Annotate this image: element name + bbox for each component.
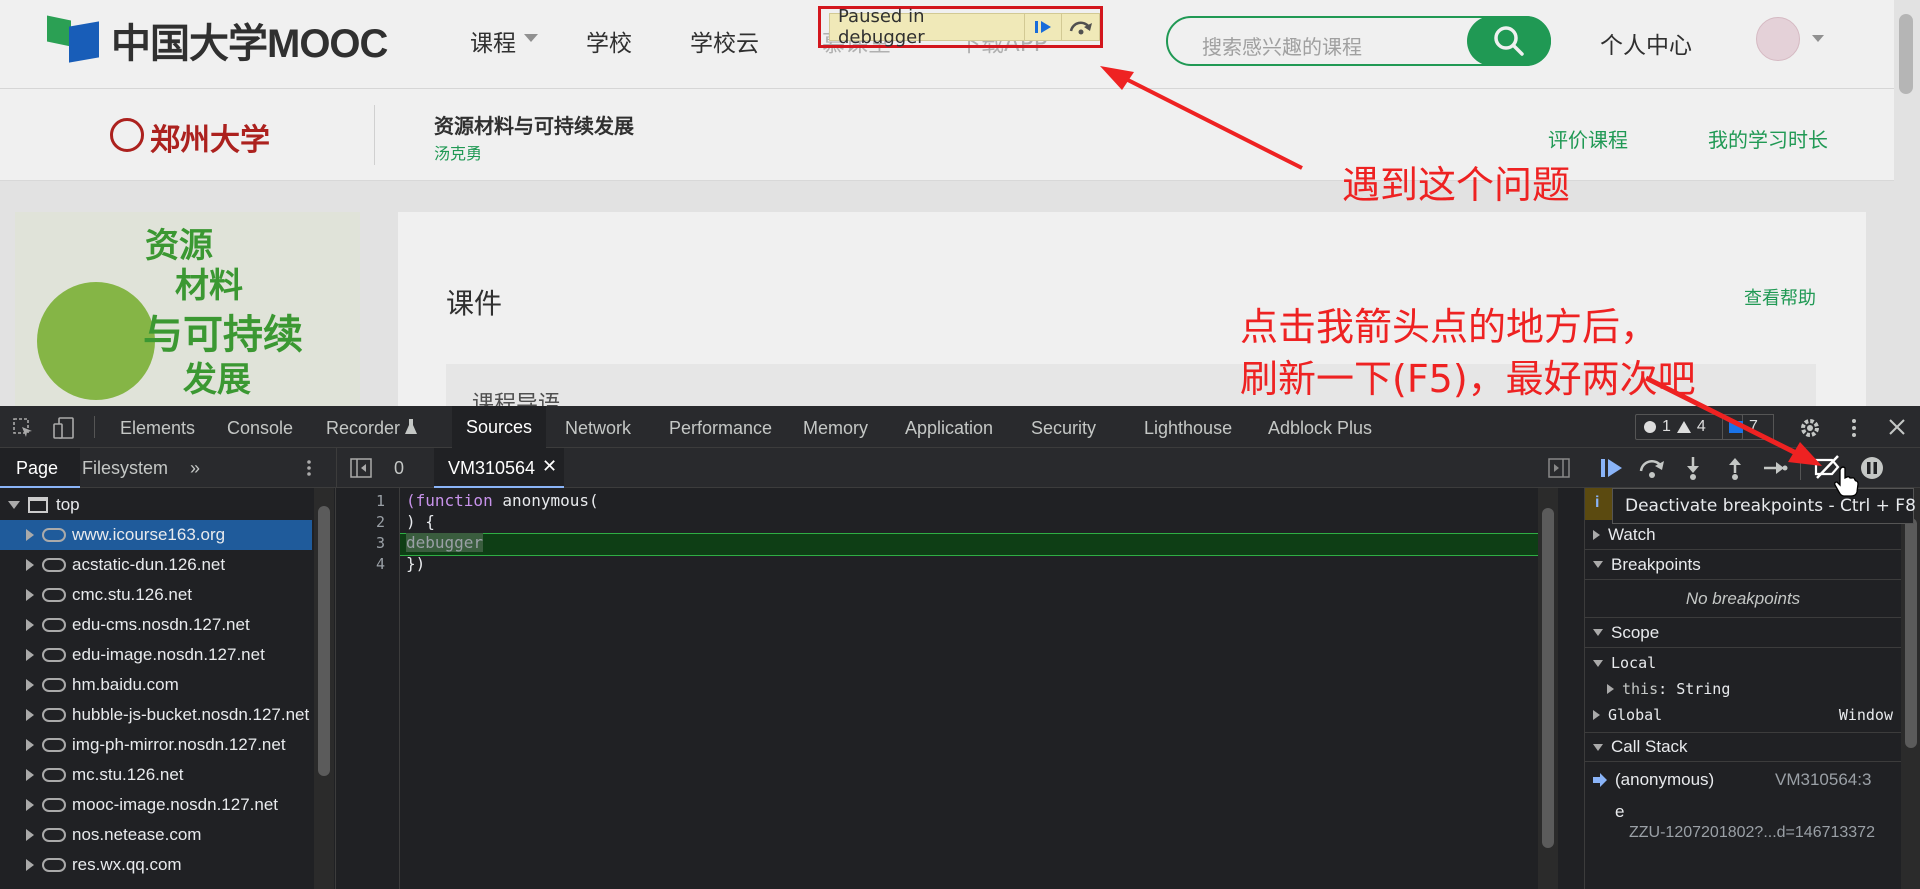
arrow-to-banner	[1111, 70, 1303, 170]
arrowhead-icon	[1100, 66, 1134, 90]
annotation-arrows	[1100, 66, 1822, 466]
arrow-to-deactivate-button	[1644, 375, 1808, 461]
arrowhead-icon	[1788, 442, 1822, 466]
hand-cursor-icon	[1834, 466, 1859, 497]
